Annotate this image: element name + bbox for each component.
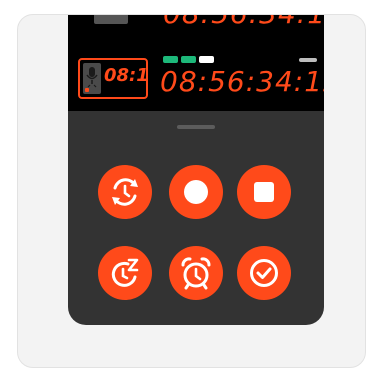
slate-label: 08:1 bbox=[104, 65, 149, 86]
sync-clock-icon bbox=[112, 178, 138, 206]
sync-status-icon bbox=[94, 15, 128, 24]
stop-button[interactable] bbox=[237, 165, 291, 219]
device-card: 08:56:34:12 08:1 0 bbox=[17, 14, 366, 368]
drag-handle[interactable] bbox=[177, 125, 215, 129]
alarm-button[interactable] bbox=[169, 246, 223, 300]
timecode-top: 08:56:34:12 bbox=[163, 15, 324, 30]
record-button[interactable] bbox=[169, 165, 223, 219]
timecode-display: 08:56:34:12 08:1 0 bbox=[68, 15, 324, 111]
slate-indicator[interactable]: 08:1 bbox=[78, 58, 149, 99]
signal-bar bbox=[163, 56, 178, 63]
device-panel: 08:56:34:12 08:1 0 bbox=[68, 15, 324, 325]
sync-button[interactable] bbox=[98, 165, 152, 219]
check-circle-icon bbox=[250, 259, 278, 287]
stop-icon bbox=[254, 182, 274, 202]
microphone-icon bbox=[83, 63, 101, 94]
signal-bar bbox=[181, 56, 196, 63]
sleep-timer-icon bbox=[111, 258, 139, 287]
sleep-timer-button[interactable] bbox=[98, 246, 152, 300]
confirm-button[interactable] bbox=[237, 246, 291, 300]
record-icon bbox=[184, 180, 208, 204]
timecode-main: 08:56:34:12 bbox=[160, 65, 324, 98]
battery-indicator bbox=[299, 58, 317, 62]
alarm-clock-icon bbox=[181, 257, 211, 290]
signal-bar bbox=[199, 56, 214, 63]
